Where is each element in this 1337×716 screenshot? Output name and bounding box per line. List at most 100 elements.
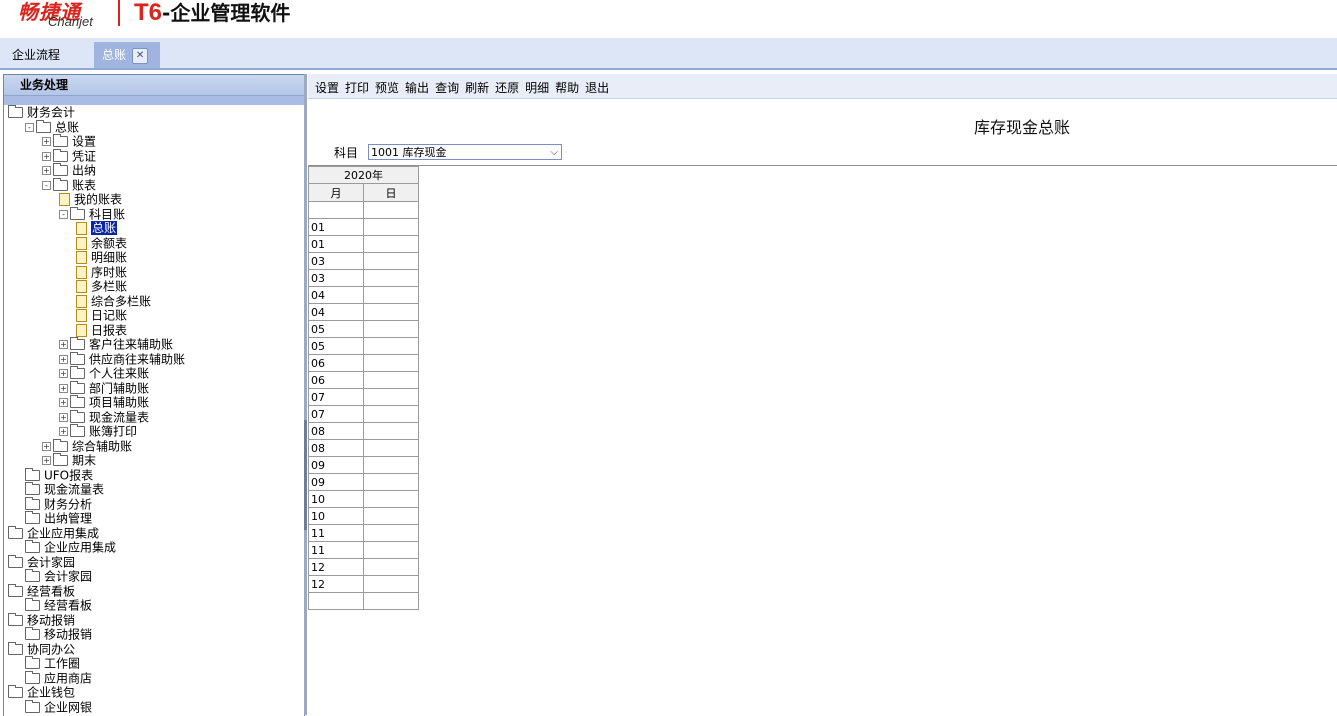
folder-icon <box>53 453 68 466</box>
tree-item[interactable]: + 供应商往来辅助账 <box>4 351 304 367</box>
tree-item[interactable]: 财务分析 <box>4 496 304 512</box>
toolbar-button[interactable]: 刷新 <box>462 74 492 98</box>
month-cell: 08 <box>308 439 364 457</box>
day-cell <box>363 558 419 576</box>
expand-icon[interactable]: + <box>42 441 51 451</box>
toolbar-button[interactable]: 打印 <box>342 74 372 98</box>
collapse-icon[interactable]: - <box>42 180 51 190</box>
tree-item[interactable]: 企业钱包 <box>4 685 304 700</box>
tree-item[interactable]: + 项目辅助账 <box>4 395 304 410</box>
toolbar-button[interactable]: 明细 <box>522 74 552 98</box>
tree-item[interactable]: - 账表 <box>4 177 304 193</box>
day-header: 日 <box>363 183 419 202</box>
tree-item[interactable]: 会计家园 <box>4 569 304 584</box>
expand-icon[interactable]: + <box>42 166 51 175</box>
tree-item[interactable]: 序时账 <box>4 265 304 280</box>
tree-item-label: 期末 <box>72 453 97 468</box>
toolbar-button[interactable]: 查询 <box>432 74 462 98</box>
day-cell <box>363 337 419 355</box>
folder-icon <box>8 641 23 655</box>
month-cell: 10 <box>308 490 364 508</box>
tree-item[interactable]: 移动报销 <box>4 612 304 628</box>
expand-icon[interactable]: + <box>42 137 51 146</box>
toolbar-button[interactable]: 帮助 <box>552 74 582 98</box>
chevron-down-icon[interactable]: ⌵ <box>550 145 558 161</box>
close-icon[interactable]: ✕ <box>132 47 149 64</box>
tree-item[interactable]: 出纳管理 <box>4 511 304 526</box>
tree-item[interactable]: 我的账表 <box>4 192 304 207</box>
tab-enterprise-flow[interactable]: 企业流程 <box>4 42 68 68</box>
expand-icon[interactable]: + <box>59 340 68 349</box>
day-cell <box>363 507 419 525</box>
tree-item[interactable]: + 账簿打印 <box>4 424 304 439</box>
logo-divider <box>118 0 120 26</box>
panel-splitter[interactable] <box>304 74 307 715</box>
tree-item[interactable]: 会计家园 <box>4 554 304 570</box>
tree-item[interactable]: 明细账 <box>4 250 304 265</box>
expand-icon[interactable]: + <box>42 456 51 465</box>
expand-icon[interactable]: + <box>42 151 51 161</box>
tree-item[interactable]: + 期末 <box>4 453 304 468</box>
tree-item[interactable]: 经营看板 <box>4 583 304 599</box>
expand-icon[interactable]: + <box>59 412 68 422</box>
splitter-grip[interactable] <box>304 420 307 530</box>
collapse-icon[interactable]: - <box>59 209 68 219</box>
tree-item[interactable]: + 客户往来辅助账 <box>4 337 304 352</box>
expand-icon[interactable]: + <box>59 427 68 436</box>
tree-item-label: 经营看板 <box>44 598 93 613</box>
expand-icon[interactable]: + <box>59 369 68 378</box>
ledger-row: 07 <box>308 405 419 423</box>
tree-item[interactable]: - 科目账 <box>4 206 304 222</box>
folder-icon <box>36 119 51 133</box>
tree-item[interactable]: 现金流量表 <box>4 482 304 497</box>
folder-icon <box>8 583 23 597</box>
tree-item[interactable]: + 综合辅助账 <box>4 438 304 454</box>
folder-icon <box>25 482 40 495</box>
tab-general-ledger[interactable]: 总账 ✕ <box>94 42 160 68</box>
tree-item[interactable]: 日记账 <box>4 308 304 323</box>
expand-icon[interactable]: + <box>59 354 68 364</box>
toolbar-button[interactable]: 还原 <box>492 74 522 98</box>
tree-item[interactable]: 企业应用集成 <box>4 525 304 541</box>
tree-item[interactable]: 总账 <box>4 221 304 236</box>
tree-item[interactable]: 应用商店 <box>4 670 304 686</box>
collapse-icon[interactable]: - <box>25 122 34 132</box>
toolbar-button[interactable]: 预览 <box>372 74 402 98</box>
day-cell <box>363 575 419 593</box>
month-cell: 01 <box>308 218 364 236</box>
tree-item[interactable]: 协同办公 <box>4 641 304 657</box>
tree-item[interactable]: 工作圈 <box>4 656 304 671</box>
month-cell: 01 <box>308 235 364 253</box>
tree-item[interactable]: 余额表 <box>4 236 304 251</box>
tree-item[interactable]: 企业应用集成 <box>4 540 304 555</box>
expand-icon[interactable]: + <box>59 398 68 407</box>
panel-header-strip <box>4 96 304 105</box>
tree-item[interactable]: 综合多栏账 <box>4 294 304 309</box>
toolbar-button[interactable]: 退出 <box>582 74 612 98</box>
tree-item[interactable]: + 出纳 <box>4 163 304 178</box>
tree-item[interactable]: 经营看板 <box>4 598 304 613</box>
tree-item[interactable]: - 总账 <box>4 119 304 135</box>
toolbar-button[interactable]: 设置 <box>312 74 342 98</box>
day-cell <box>363 473 419 491</box>
divider <box>308 165 1337 166</box>
tree-item[interactable]: + 个人往来账 <box>4 366 304 381</box>
folder-icon <box>8 612 23 626</box>
ledger-row: 07 <box>308 388 419 406</box>
tree-item[interactable]: + 部门辅助账 <box>4 380 304 396</box>
tree-item[interactable]: UFO报表 <box>4 467 304 483</box>
tree-item-label: 客户往来辅助账 <box>89 337 174 352</box>
tree-item[interactable]: 日报表 <box>4 323 304 338</box>
tree-item[interactable]: + 设置 <box>4 134 304 149</box>
tree-item[interactable]: 多栏账 <box>4 279 304 294</box>
tree-item[interactable]: 移动报销 <box>4 627 304 642</box>
subject-select[interactable]: 1001 库存现金 ⌵ <box>368 144 562 160</box>
tree-item[interactable]: 企业网银 <box>4 699 304 715</box>
expand-icon[interactable]: + <box>59 383 68 393</box>
tree-item[interactable]: + 现金流量表 <box>4 409 304 425</box>
report-area: 设置 打印 预览 输出 查询 刷新 还原 明细 帮助 退出 库存现金总账 科目 1001 库存现金… <box>308 74 1337 715</box>
folder-icon <box>25 467 40 481</box>
tree-item[interactable]: 财务会计 <box>4 105 304 120</box>
toolbar-button[interactable]: 输出 <box>402 74 432 98</box>
tree-item[interactable]: + 凭证 <box>4 148 304 164</box>
